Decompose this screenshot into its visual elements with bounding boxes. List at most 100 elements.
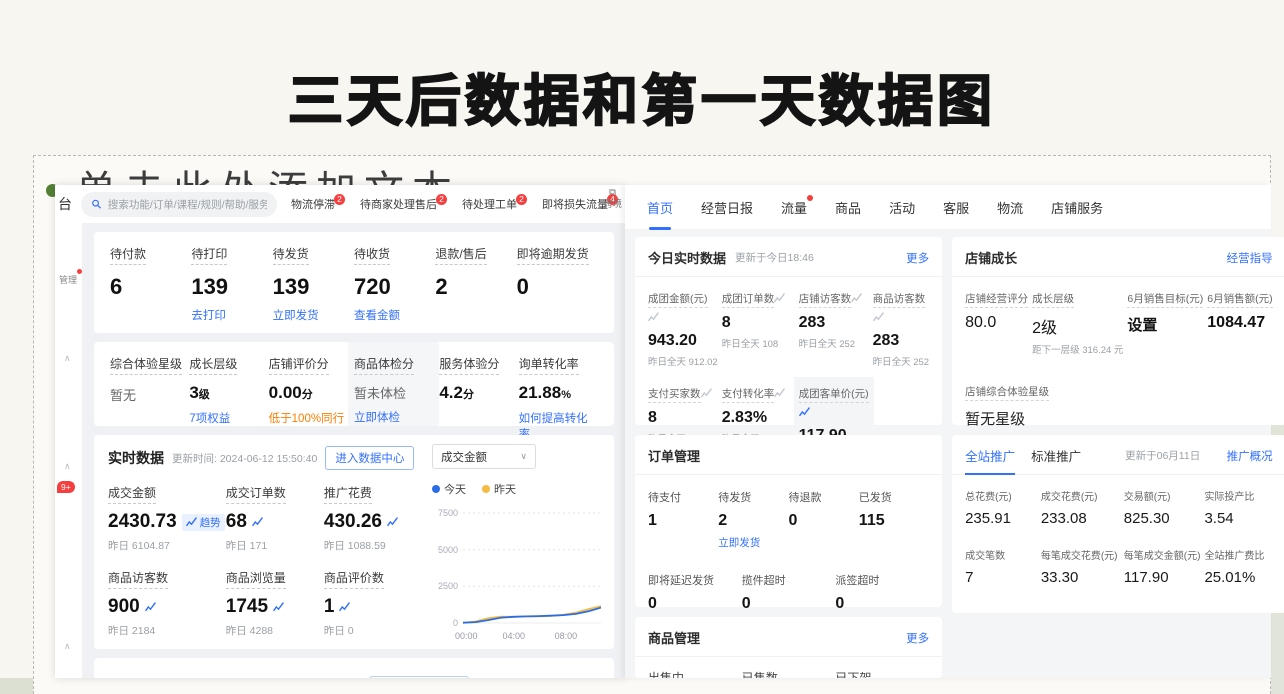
promo-overview-link[interactable]: 推广概况	[1227, 448, 1273, 464]
order-management-card: 订单管理 待支付1 待发货2立即发货 待退款0 已发货115 即将延迟发货0 揽…	[635, 435, 942, 607]
metric-product-views: 商品浏览量1745昨日 4288	[226, 569, 324, 638]
order-shipped: 已发货115	[859, 489, 929, 550]
data-center-button[interactable]: 进入数据中心	[325, 446, 414, 470]
tab-service[interactable]: 客服	[943, 198, 969, 217]
left-dashboard: 台 搜索功能/订单/课程/规则/帮助/服务 物流停滞2 待商家处理售后2 待处理…	[55, 185, 625, 678]
goods-col-label: 已下架	[835, 669, 929, 678]
topnav-pending-tickets[interactable]: 待处理工单2	[462, 196, 528, 212]
line-chart: 7500 5000 2500 0 00:00 04:00	[432, 507, 604, 643]
stat-shop-rating: 店铺评价分0.00分低于100%同行	[269, 355, 348, 415]
trend-icon[interactable]	[387, 517, 398, 527]
right-content: 今日实时数据 更新于今日18:46 更多 成团金额(元)943.20昨日全天 9…	[635, 237, 1259, 678]
chevron-up-icon[interactable]: ∧	[64, 461, 71, 472]
mini-chart-block: 成交金额∨ 今天 昨天 7500 5000 2500 0	[432, 444, 604, 643]
more-link[interactable]: 更多	[906, 250, 929, 266]
search-input[interactable]: 搜索功能/订单/课程/规则/帮助/服务	[81, 192, 277, 217]
legend-today[interactable]: 今天	[432, 481, 466, 497]
trend-icon[interactable]	[273, 602, 284, 612]
ship-now-link[interactable]: 立即发货	[273, 307, 354, 323]
sales-target: 6月销售目标(元)设置	[1127, 289, 1203, 356]
today-updated: 更新于今日18:46	[735, 250, 814, 265]
stat-pending-payment: 待付款6	[110, 245, 191, 322]
promo-gmv: 交易额(元)825.30	[1124, 488, 1201, 527]
trend-icon[interactable]	[339, 602, 350, 612]
crossborder-corner[interactable]: ⧉ 跨境	[603, 187, 622, 212]
promo-deal-spend: 成交花费(元)233.08	[1041, 488, 1120, 527]
slide-title: 三天后数据和第一天数据图	[0, 56, 1284, 136]
right-dashboard: 首页 经营日报 流量 商品 活动 客服 物流 店铺服务 今日实时数据 更新于今日…	[625, 185, 1271, 678]
trend-icon	[774, 293, 785, 303]
stat-pending-print: 待打印139去打印	[191, 245, 272, 322]
more-link[interactable]: 更多	[906, 630, 929, 646]
promo-button[interactable]	[369, 676, 469, 678]
stat-overdue-ship: 即将逾期发货0	[517, 245, 598, 322]
trend-icon	[799, 407, 810, 417]
stat-experience-star: 综合体验星级暂无	[110, 355, 189, 415]
promo-deal-count: 成交笔数7	[965, 547, 1037, 586]
goods-clipped-row: 出售中 已售数 已下架	[635, 657, 942, 678]
sidebar-count-badge: 9+	[57, 481, 75, 493]
order-pending-ship: 待发货2立即发货	[718, 489, 788, 550]
set-target-link[interactable]: 设置	[1127, 314, 1203, 335]
star-section: 店铺综合体验星级 暂无星级	[952, 368, 1284, 429]
badge: 2	[436, 194, 447, 205]
view-amount-link[interactable]: 查看金额	[354, 307, 435, 323]
tab-daily-report[interactable]: 经营日报	[701, 198, 753, 217]
metric-product-reviews: 商品评价数1昨日 0	[324, 569, 422, 638]
shop-growth-card: 店铺成长 经营指导 店铺经营评分80.0 成长层级2级距下一层级 316.24 …	[952, 237, 1284, 425]
ship-now-link[interactable]: 立即发货	[718, 535, 788, 550]
trend-chip[interactable]: 趋势	[182, 514, 225, 531]
chevron-up-icon[interactable]: ∧	[64, 641, 71, 652]
search-placeholder: 搜索功能/订单/课程/规则/帮助/服务	[108, 197, 267, 212]
trend-icon[interactable]	[252, 517, 263, 527]
promo-618-banner[interactable]: 618大促	[94, 658, 614, 678]
metric-orders: 成交订单数68昨日 171	[226, 484, 324, 553]
realtime-title: 实时数据	[108, 448, 164, 468]
tab-standard-promo[interactable]: 标准推广	[1031, 446, 1081, 465]
tab-traffic[interactable]: 流量	[781, 198, 807, 217]
order-pending-pay: 待支付1	[648, 489, 718, 550]
trend-icon	[701, 388, 712, 398]
check-now-link[interactable]: 立即体检	[354, 409, 433, 425]
chevron-up-icon[interactable]: ∧	[64, 353, 71, 364]
metric-product-visitors: 商品访客数283昨日全天 252	[873, 289, 930, 368]
legend-dot-today	[432, 485, 440, 493]
tab-home[interactable]: 首页	[647, 198, 673, 217]
realtime-data-card: 实时数据 更新时间: 2024-06-12 15:50:40 进入数据中心 成交…	[94, 435, 614, 649]
go-print-link[interactable]: 去打印	[191, 307, 272, 323]
stat-pending-ship: 待发货139立即发货	[273, 245, 354, 322]
growth-level: 成长层级2级距下一层级 316.24 元	[1032, 289, 1123, 356]
stat-service-score: 服务体验分4.2分	[439, 355, 518, 415]
rights-link[interactable]: 7项权益	[189, 410, 268, 426]
below-peers-link[interactable]: 低于100%同行	[269, 410, 348, 426]
topnav-pending-aftersales[interactable]: 待商家处理售后2	[360, 196, 448, 212]
sidebar-item-manage[interactable]: 管理	[59, 273, 77, 286]
topnav-logistics-stalled[interactable]: 物流停滞2	[291, 196, 346, 212]
y-tick: 5000	[432, 545, 458, 555]
order-delay-ship: 即将延迟发货0	[648, 572, 742, 613]
tab-sitewide-promo[interactable]: 全站推广	[965, 446, 1015, 465]
tab-activities[interactable]: 活动	[889, 198, 915, 217]
tab-products[interactable]: 商品	[835, 198, 861, 217]
growth-title: 店铺成长	[965, 248, 1017, 267]
trend-icon[interactable]	[145, 602, 156, 612]
today-title: 今日实时数据	[648, 248, 726, 267]
growth-score: 店铺经营评分80.0	[965, 289, 1028, 356]
stat-refund-aftersales: 退款/售后2	[435, 245, 516, 322]
trend-icon	[873, 312, 884, 322]
tab-shop-services[interactable]: 店铺服务	[1051, 198, 1103, 217]
metric-select[interactable]: 成交金额∨	[432, 444, 536, 469]
guidance-link[interactable]: 经营指导	[1227, 250, 1273, 266]
monthly-sales: 6月销售额(元)1084.47	[1207, 289, 1272, 356]
trend-icon	[774, 388, 785, 398]
metric-shop-visitors: 店铺访客数283昨日全天 252	[799, 289, 869, 368]
left-main: 待付款6 待打印139去打印 待发货139立即发货 待收货720查看金额 退款/…	[83, 223, 625, 678]
order-pending-refund: 待退款0	[789, 489, 859, 550]
metric-ad-spend: 推广花费430.26昨日 1088.59	[324, 484, 422, 553]
notification-dot	[77, 269, 82, 274]
grid-icon: ⧉	[603, 187, 622, 199]
search-icon	[91, 199, 102, 209]
series-today-line	[463, 608, 601, 623]
tab-logistics[interactable]: 物流	[997, 198, 1023, 217]
legend-yesterday[interactable]: 昨天	[482, 481, 516, 497]
